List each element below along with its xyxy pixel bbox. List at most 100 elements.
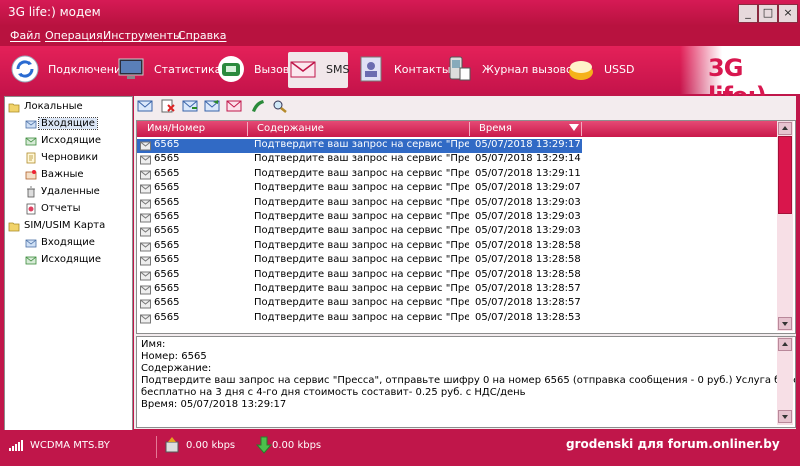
- close-button[interactable]: ×: [778, 4, 798, 23]
- table-row[interactable]: 6565 Подтвердите ваш запрос на сервис "Пр…: [137, 211, 777, 225]
- menu-bar: Файл Операция Инструменты Справка: [0, 26, 800, 46]
- menu-file[interactable]: Файл: [10, 29, 40, 42]
- table-row[interactable]: 6565 Подтвердите ваш запрос на сервис "Пр…: [137, 168, 777, 182]
- forward-icon[interactable]: [204, 99, 220, 113]
- list-scrollbar[interactable]: [777, 121, 793, 331]
- menu-help[interactable]: Справка: [178, 29, 226, 42]
- column-header-time[interactable]: Время: [479, 123, 512, 134]
- table-row[interactable]: 6565 Подтвердите ваш запрос на сервис "Пр…: [137, 312, 777, 326]
- toolbar-call-log-button[interactable]: Журнал вызовов: [444, 52, 579, 88]
- toolbar-contacts-label: Контакты: [394, 63, 451, 76]
- column-divider[interactable]: [469, 122, 470, 136]
- preview-scrollbar[interactable]: [777, 337, 793, 425]
- ussd-icon: [569, 61, 593, 80]
- table-row[interactable]: 6565 Подтвердите ваш запрос на сервис "Пр…: [137, 139, 582, 153]
- delete-icon[interactable]: [160, 99, 176, 113]
- row-number: 6565: [154, 283, 180, 294]
- row-content: Подтвердите ваш запрос на сервис "Пресса…: [254, 153, 469, 165]
- table-row[interactable]: 6565 Подтвердите ваш запрос на сервис "Пр…: [137, 153, 777, 167]
- row-time: 05/07/2018 13:29:03: [475, 196, 581, 208]
- tree-item-label: Входящие: [41, 237, 95, 248]
- row-time: 05/07/2018 13:28:57: [475, 297, 581, 309]
- toolbar-statistics-button[interactable]: Статистика: [116, 52, 221, 88]
- column-header-name[interactable]: Имя/Номер: [147, 123, 205, 134]
- read-message-icon: [140, 271, 151, 281]
- read-message-icon: [140, 256, 151, 266]
- toolbar-call-button[interactable]: Вызов: [216, 52, 289, 88]
- table-row[interactable]: 6565 Подтвердите ваш запрос на сервис "Пр…: [137, 254, 777, 268]
- table-row[interactable]: 6565 Подтвердите ваш запрос на сервис "Пр…: [137, 182, 777, 196]
- table-row[interactable]: 6565 Подтвердите ваш запрос на сервис "Пр…: [137, 197, 777, 211]
- message-list: Имя/Номер Содержание Время 6565 Подтверди…: [136, 120, 796, 334]
- preview-number: Номер: 6565: [141, 351, 207, 362]
- row-number: 6565: [154, 139, 180, 150]
- preview-content-label: Содержание:: [141, 363, 212, 374]
- row-number: 6565: [154, 297, 180, 309]
- table-row[interactable]: 6565 Подтвердите ваш запрос на сервис "Пр…: [137, 240, 777, 254]
- download-speed: 0.00 kbps: [272, 440, 322, 451]
- call-log-icon: [449, 56, 471, 81]
- new-message-icon[interactable]: [137, 99, 153, 113]
- menu-tools[interactable]: Инструменты: [103, 29, 182, 42]
- row-content: Подтвердите ваш запрос на сервис "Пресса…: [254, 196, 469, 208]
- row-time: 05/07/2018 13:29:14: [475, 153, 581, 165]
- folder-open-icon: [8, 103, 20, 113]
- network-status: WCDMA MTS.BY: [30, 440, 110, 451]
- row-content: Подтвердите ваш запрос на сервис "Пресса…: [254, 182, 469, 194]
- row-number: 6565: [154, 239, 180, 251]
- call-icon[interactable]: [249, 99, 265, 113]
- read-message-icon: [140, 299, 151, 309]
- maximize-button[interactable]: □: [758, 4, 778, 23]
- toolbar-contacts-button[interactable]: Контакты: [356, 52, 451, 88]
- read-message-icon: [140, 141, 151, 151]
- reply-icon[interactable]: [182, 99, 198, 113]
- row-content: Подтвердите ваш запрос на сервис "Пресса…: [254, 167, 469, 179]
- row-content: Подтвердите ваш запрос на сервис "Пресса…: [254, 311, 469, 323]
- table-row[interactable]: 6565 Подтвердите ваш запрос на сервис "Пр…: [137, 297, 777, 311]
- move-icon[interactable]: [226, 99, 242, 113]
- table-row[interactable]: 6565 Подтвердите ваш запрос на сервис "Пр…: [137, 283, 777, 297]
- upload-speed: 0.00 kbps: [186, 440, 236, 451]
- toolbar-connect-button[interactable]: Подключение: [10, 52, 128, 88]
- read-message-icon: [140, 170, 151, 180]
- window-title: 3G life:) модем: [8, 5, 101, 19]
- toolbar-ussd-button[interactable]: USSD: [566, 52, 636, 88]
- row-time: 05/07/2018 13:29:03: [475, 211, 581, 222]
- menu-operation[interactable]: Операция: [45, 29, 103, 42]
- table-row[interactable]: 6565 Подтвердите ваш запрос на сервис "Пр…: [137, 225, 777, 239]
- sort-descending-icon[interactable]: [569, 124, 579, 131]
- download-icon: [256, 436, 272, 454]
- toolbar-call-log-label: Журнал вызовов: [482, 63, 580, 76]
- search-icon[interactable]: [272, 99, 288, 113]
- scroll-up-button[interactable]: [778, 122, 792, 135]
- toolbar-ussd-label: USSD: [604, 63, 635, 76]
- row-content: Подтвердите ваш запрос на сервис "Пресса…: [254, 225, 469, 237]
- row-content: Подтвердите ваш запрос на сервис "Пресса…: [254, 254, 469, 266]
- status-divider: [156, 436, 157, 458]
- brand-area: 3G life:): [680, 46, 800, 110]
- tree-item-label: Черновики: [41, 152, 98, 163]
- tree-item-label: Исходящие: [41, 135, 102, 146]
- scroll-down-button[interactable]: [778, 410, 792, 423]
- read-message-icon: [140, 184, 151, 194]
- row-content: Подтвердите ваш запрос на сервис "Пресса…: [254, 283, 469, 294]
- row-number: 6565: [154, 182, 180, 194]
- table-row[interactable]: 6565 Подтвердите ваш запрос на сервис "Пр…: [137, 269, 777, 283]
- outbox-icon: [25, 256, 37, 265]
- minimize-button[interactable]: _: [738, 4, 758, 23]
- scroll-up-button[interactable]: [778, 338, 792, 351]
- scroll-down-button[interactable]: [778, 317, 792, 330]
- read-message-icon: [140, 155, 151, 165]
- column-divider[interactable]: [247, 122, 248, 136]
- column-header-content[interactable]: Содержание: [257, 123, 324, 134]
- column-divider[interactable]: [581, 122, 582, 136]
- toolbar-sms-button[interactable]: SMS: [288, 52, 349, 88]
- scroll-thumb[interactable]: [778, 136, 792, 214]
- report-icon: [26, 203, 36, 215]
- row-content: Подтвердите ваш запрос на сервис "Пресса…: [254, 211, 469, 222]
- row-time: 05/07/2018 13:28:57: [475, 283, 581, 294]
- read-message-icon: [140, 285, 151, 295]
- row-number: 6565: [154, 254, 180, 266]
- row-number: 6565: [154, 311, 180, 323]
- preview-content-line-1: Подтвердите ваш запрос на сервис "Пресса…: [141, 375, 795, 386]
